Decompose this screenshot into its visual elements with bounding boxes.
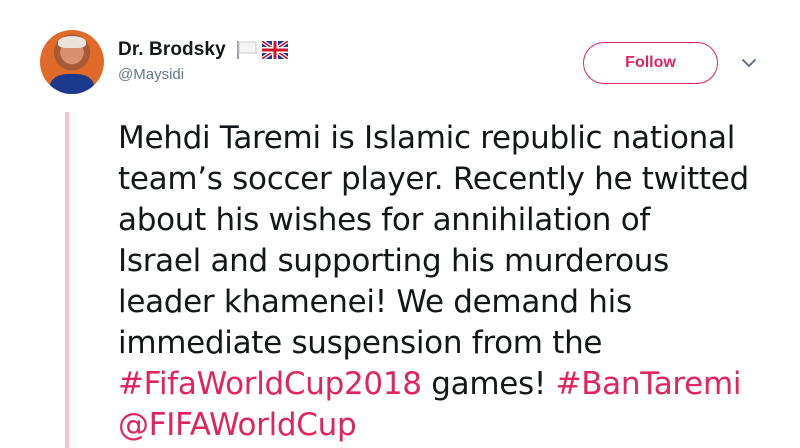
tweet-line: about his wishes for annihilation of — [118, 202, 650, 238]
chevron-down-icon[interactable] — [741, 56, 757, 68]
tweet-line: @FIFAWorldCup — [118, 405, 758, 446]
display-name[interactable]: Dr. Brodsky — [118, 39, 226, 61]
hashtag-link[interactable]: #BanTaremi — [556, 366, 742, 402]
tweet-text: Mehdi Taremi is Islamic republic nationa… — [118, 118, 758, 446]
white-flag-icon — [236, 40, 258, 60]
tweet-header: Dr. Brodsky @Maysidi — [118, 36, 289, 83]
follow-button[interactable]: Follow — [583, 42, 718, 84]
thread-line — [65, 112, 69, 448]
hashtag-link[interactable]: #FifaWorldCup2018 — [118, 366, 422, 402]
name-row: Dr. Brodsky — [118, 36, 289, 64]
tweet-line-text: games! — [421, 366, 556, 402]
avatar-shirt — [50, 74, 94, 94]
mention-link[interactable]: @FIFAWorldCup — [118, 407, 357, 443]
tweet-line: Israel and supporting his murderous — [118, 243, 669, 279]
avatar-hair — [58, 36, 86, 48]
user-handle[interactable]: @Maysidi — [118, 66, 288, 83]
avatar[interactable] — [40, 30, 104, 94]
tweet-line: Mehdi Taremi is Islamic republic nationa… — [118, 120, 736, 156]
tweet-line: #FifaWorldCup2018 games! #BanTaremi — [118, 364, 758, 405]
tweet-line: immediate suspension from the — [118, 325, 603, 361]
tweet-line: leader khamenei! We demand his — [118, 284, 632, 320]
uk-flag-icon — [260, 39, 289, 61]
tweet-line: team’s soccer player. Recently he twitte… — [118, 161, 749, 197]
tweet-card: Dr. Brodsky @Maysidi Follow Mehdi Taremi… — [0, 0, 800, 448]
